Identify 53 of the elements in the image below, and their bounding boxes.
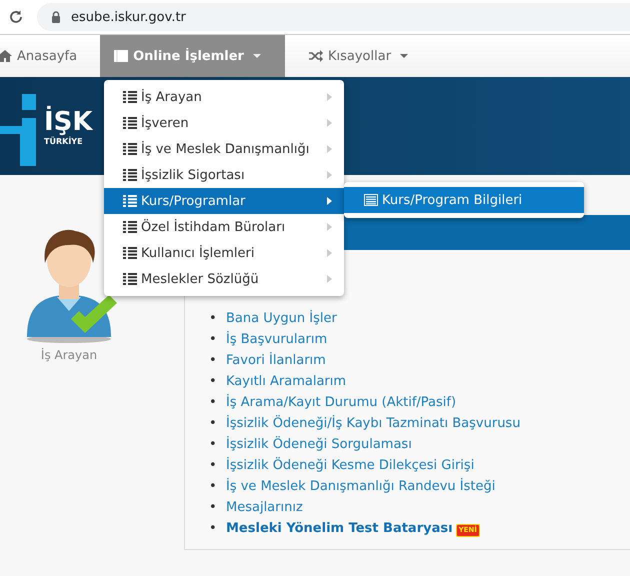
dropdown-item[interactable]: Meslekler Sözlüğü xyxy=(104,266,344,292)
nav-tab[interactable]: Anasayfa xyxy=(0,35,92,77)
chevron-right-icon xyxy=(327,275,332,283)
shuffle-icon xyxy=(308,50,323,62)
chevron-right-icon xyxy=(327,145,332,153)
menu-link[interactable]: Kayıtlı Aramalarım xyxy=(226,371,346,392)
caret-icon xyxy=(252,54,261,58)
chevron-right-icon xyxy=(327,171,332,179)
reload-icon[interactable] xyxy=(8,9,24,25)
chevron-right-icon xyxy=(327,223,332,231)
chevron-right-icon xyxy=(327,197,332,205)
menu-link[interactable]: İşsizlik Ödeneği Kesme Dilekçesi Girişi xyxy=(226,455,474,476)
dropdown-item[interactable]: Kullanıcı İşlemleri xyxy=(104,240,344,266)
menu-link[interactable]: Mesleki Yönelim Test Bataryası xyxy=(226,518,453,539)
chevron-right-icon xyxy=(327,93,332,101)
bullet-text: • xyxy=(209,499,218,517)
caret-icon xyxy=(400,54,408,58)
menu-link[interactable]: Favori İlanlarım xyxy=(226,350,326,371)
menu-link[interactable]: İşsizlik Ödeneği Sorgulaması xyxy=(226,434,412,455)
bullet-text: • xyxy=(209,436,218,454)
bullet-text: • xyxy=(209,331,218,349)
chevron-right-icon xyxy=(327,249,332,257)
nav-tab[interactable]: Online İşlemler xyxy=(100,35,285,77)
dropdown-item[interactable]: Özel İstihdam Büroları xyxy=(104,214,344,240)
logo-subtitle: TÜRKİYE xyxy=(44,136,84,146)
bullet-text: • xyxy=(209,478,218,496)
menu-link[interactable]: İşsizlik Ödeneği/İş Kaybı Tazminatı Başvurusu xyxy=(226,413,520,434)
bullet-text: • xyxy=(209,457,218,475)
profile-label: İş Arayan xyxy=(40,348,98,362)
dropdown-item[interactable]: Kurs/Programlar xyxy=(104,188,344,214)
bullet-text: • xyxy=(209,352,218,370)
menu-link[interactable]: Bana Uygun İşler xyxy=(226,308,337,329)
dropdown-item[interactable]: İşveren xyxy=(104,110,344,136)
menu-link[interactable]: İş ve Meslek Danışmanlığı Randevu İsteği xyxy=(226,476,496,497)
bullet-text: • xyxy=(209,373,218,391)
dropdown-item[interactable]: İş Arayan xyxy=(104,84,344,110)
home-icon xyxy=(0,50,12,62)
dropdown-item[interactable]: İşsizlik Sigortası xyxy=(104,162,344,188)
bullet-text: • xyxy=(209,310,218,328)
bullet-text: • xyxy=(209,415,218,433)
bullet-text: • xyxy=(209,394,218,412)
address-bar[interactable]: esube.iskur.gov.tr xyxy=(37,3,630,31)
menu-link[interactable]: İş Arama/Kayıt Durumu (Aktif/Pasif) xyxy=(226,392,456,413)
chevron-right-icon xyxy=(327,119,332,127)
menu-link[interactable]: Mesajlarınız xyxy=(226,497,303,518)
menu-link[interactable]: İş Başvurularım xyxy=(226,329,328,350)
lock-icon xyxy=(51,11,61,23)
dropdown-item[interactable]: İş ve Meslek Danışmanlığı xyxy=(104,136,344,162)
submenu-item[interactable]: Kurs/Program Bilgileri xyxy=(344,187,584,213)
nav-tab[interactable]: Kısayollar xyxy=(308,35,422,77)
bullet-text: • xyxy=(209,520,218,538)
logo-text: İŞK xyxy=(44,106,93,136)
url-text: esube.iskur.gov.tr xyxy=(71,10,186,24)
